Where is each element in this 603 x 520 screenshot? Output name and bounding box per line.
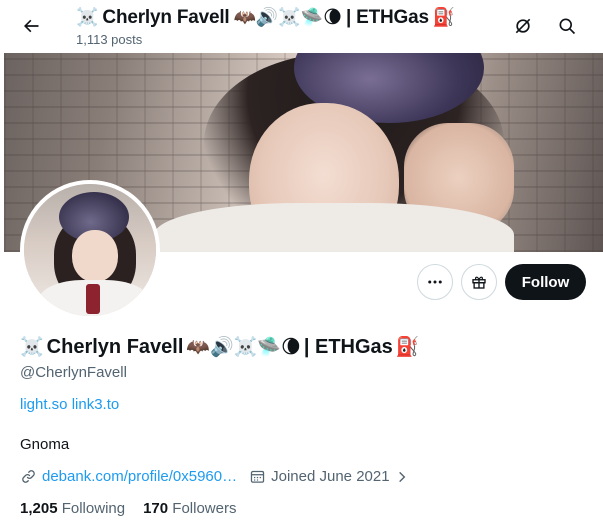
joined-item[interactable]: Joined June 2021 <box>249 468 408 485</box>
search-button[interactable] <box>550 9 584 43</box>
header-title-block: ☠️ Cherlyn Favell 🦇🔊☠️🛸🌘 | ETHGas ⛽ 1,11… <box>76 6 455 47</box>
avatar-face <box>72 230 118 282</box>
following-label: Following <box>61 500 126 517</box>
follow-button[interactable]: Follow <box>505 264 586 300</box>
follow-stats: 1,205 Following 170 Followers <box>20 500 236 517</box>
gift-icon <box>472 276 486 289</box>
following-count: 1,205 <box>20 500 58 517</box>
website-item: debank.com/profile/0x5960… <box>20 468 237 485</box>
top-bar: ☠️ Cherlyn Favell 🦇🔊☠️🛸🌘 | ETHGas ⛽ 1,11… <box>0 0 603 53</box>
following-stat[interactable]: 1,205 Following <box>20 500 125 517</box>
followers-count: 170 <box>143 500 169 517</box>
name-suffix: | ETHGas <box>303 336 393 358</box>
bio-text: Gnoma <box>20 436 70 453</box>
display-name: Cherlyn Favell <box>46 336 184 358</box>
more-icon <box>428 280 442 284</box>
link-icon <box>22 470 35 483</box>
profile-name: ☠️ Cherlyn Favell 🦇🔊☠️🛸🌘 | ETHGas ⛽ <box>20 336 419 359</box>
profile-meta: debank.com/profile/0x5960… Joined June 2… <box>20 468 421 485</box>
banner-shirt <box>154 203 514 252</box>
name-emojis: 🦇🔊☠️🛸🌘 <box>186 336 301 358</box>
chevron-right-icon <box>398 471 405 482</box>
title-name: Cherlyn Favell <box>102 7 230 28</box>
calendar-icon <box>250 470 265 483</box>
back-button[interactable] <box>14 9 48 43</box>
title-emojis: 🦇🔊☠️🛸🌘 <box>233 7 342 28</box>
link-light-so[interactable]: light.so <box>20 396 68 413</box>
followers-stat[interactable]: 170 Followers <box>143 500 236 517</box>
title-prefix-emoji: ☠️ <box>76 7 99 28</box>
name-tail-emoji: ⛽ <box>395 336 420 358</box>
avatar[interactable] <box>20 180 160 320</box>
search-icon <box>559 18 576 35</box>
grok-icon <box>515 18 531 34</box>
more-button[interactable] <box>417 264 453 300</box>
followers-label: Followers <box>172 500 237 517</box>
post-count: 1,113 posts <box>76 32 143 47</box>
avatar-tie <box>86 284 100 314</box>
grok-button[interactable] <box>506 9 540 43</box>
title-suffix: | ETHGas <box>345 7 429 28</box>
link-link3-to[interactable]: link3.to <box>72 396 120 413</box>
joined-date: Joined June 2021 <box>271 468 390 485</box>
title-tail-emoji: ⛽ <box>432 7 456 28</box>
bio-links: light.so link3.to <box>20 396 119 413</box>
name-prefix-emoji: ☠️ <box>20 336 44 358</box>
profile-handle: @CherlynFavell <box>20 364 127 381</box>
website-link[interactable]: debank.com/profile/0x5960… <box>42 468 237 485</box>
header-title: ☠️ Cherlyn Favell 🦇🔊☠️🛸🌘 | ETHGas ⛽ <box>76 6 455 30</box>
arrow-left-icon <box>24 19 39 33</box>
gift-button[interactable] <box>461 264 497 300</box>
